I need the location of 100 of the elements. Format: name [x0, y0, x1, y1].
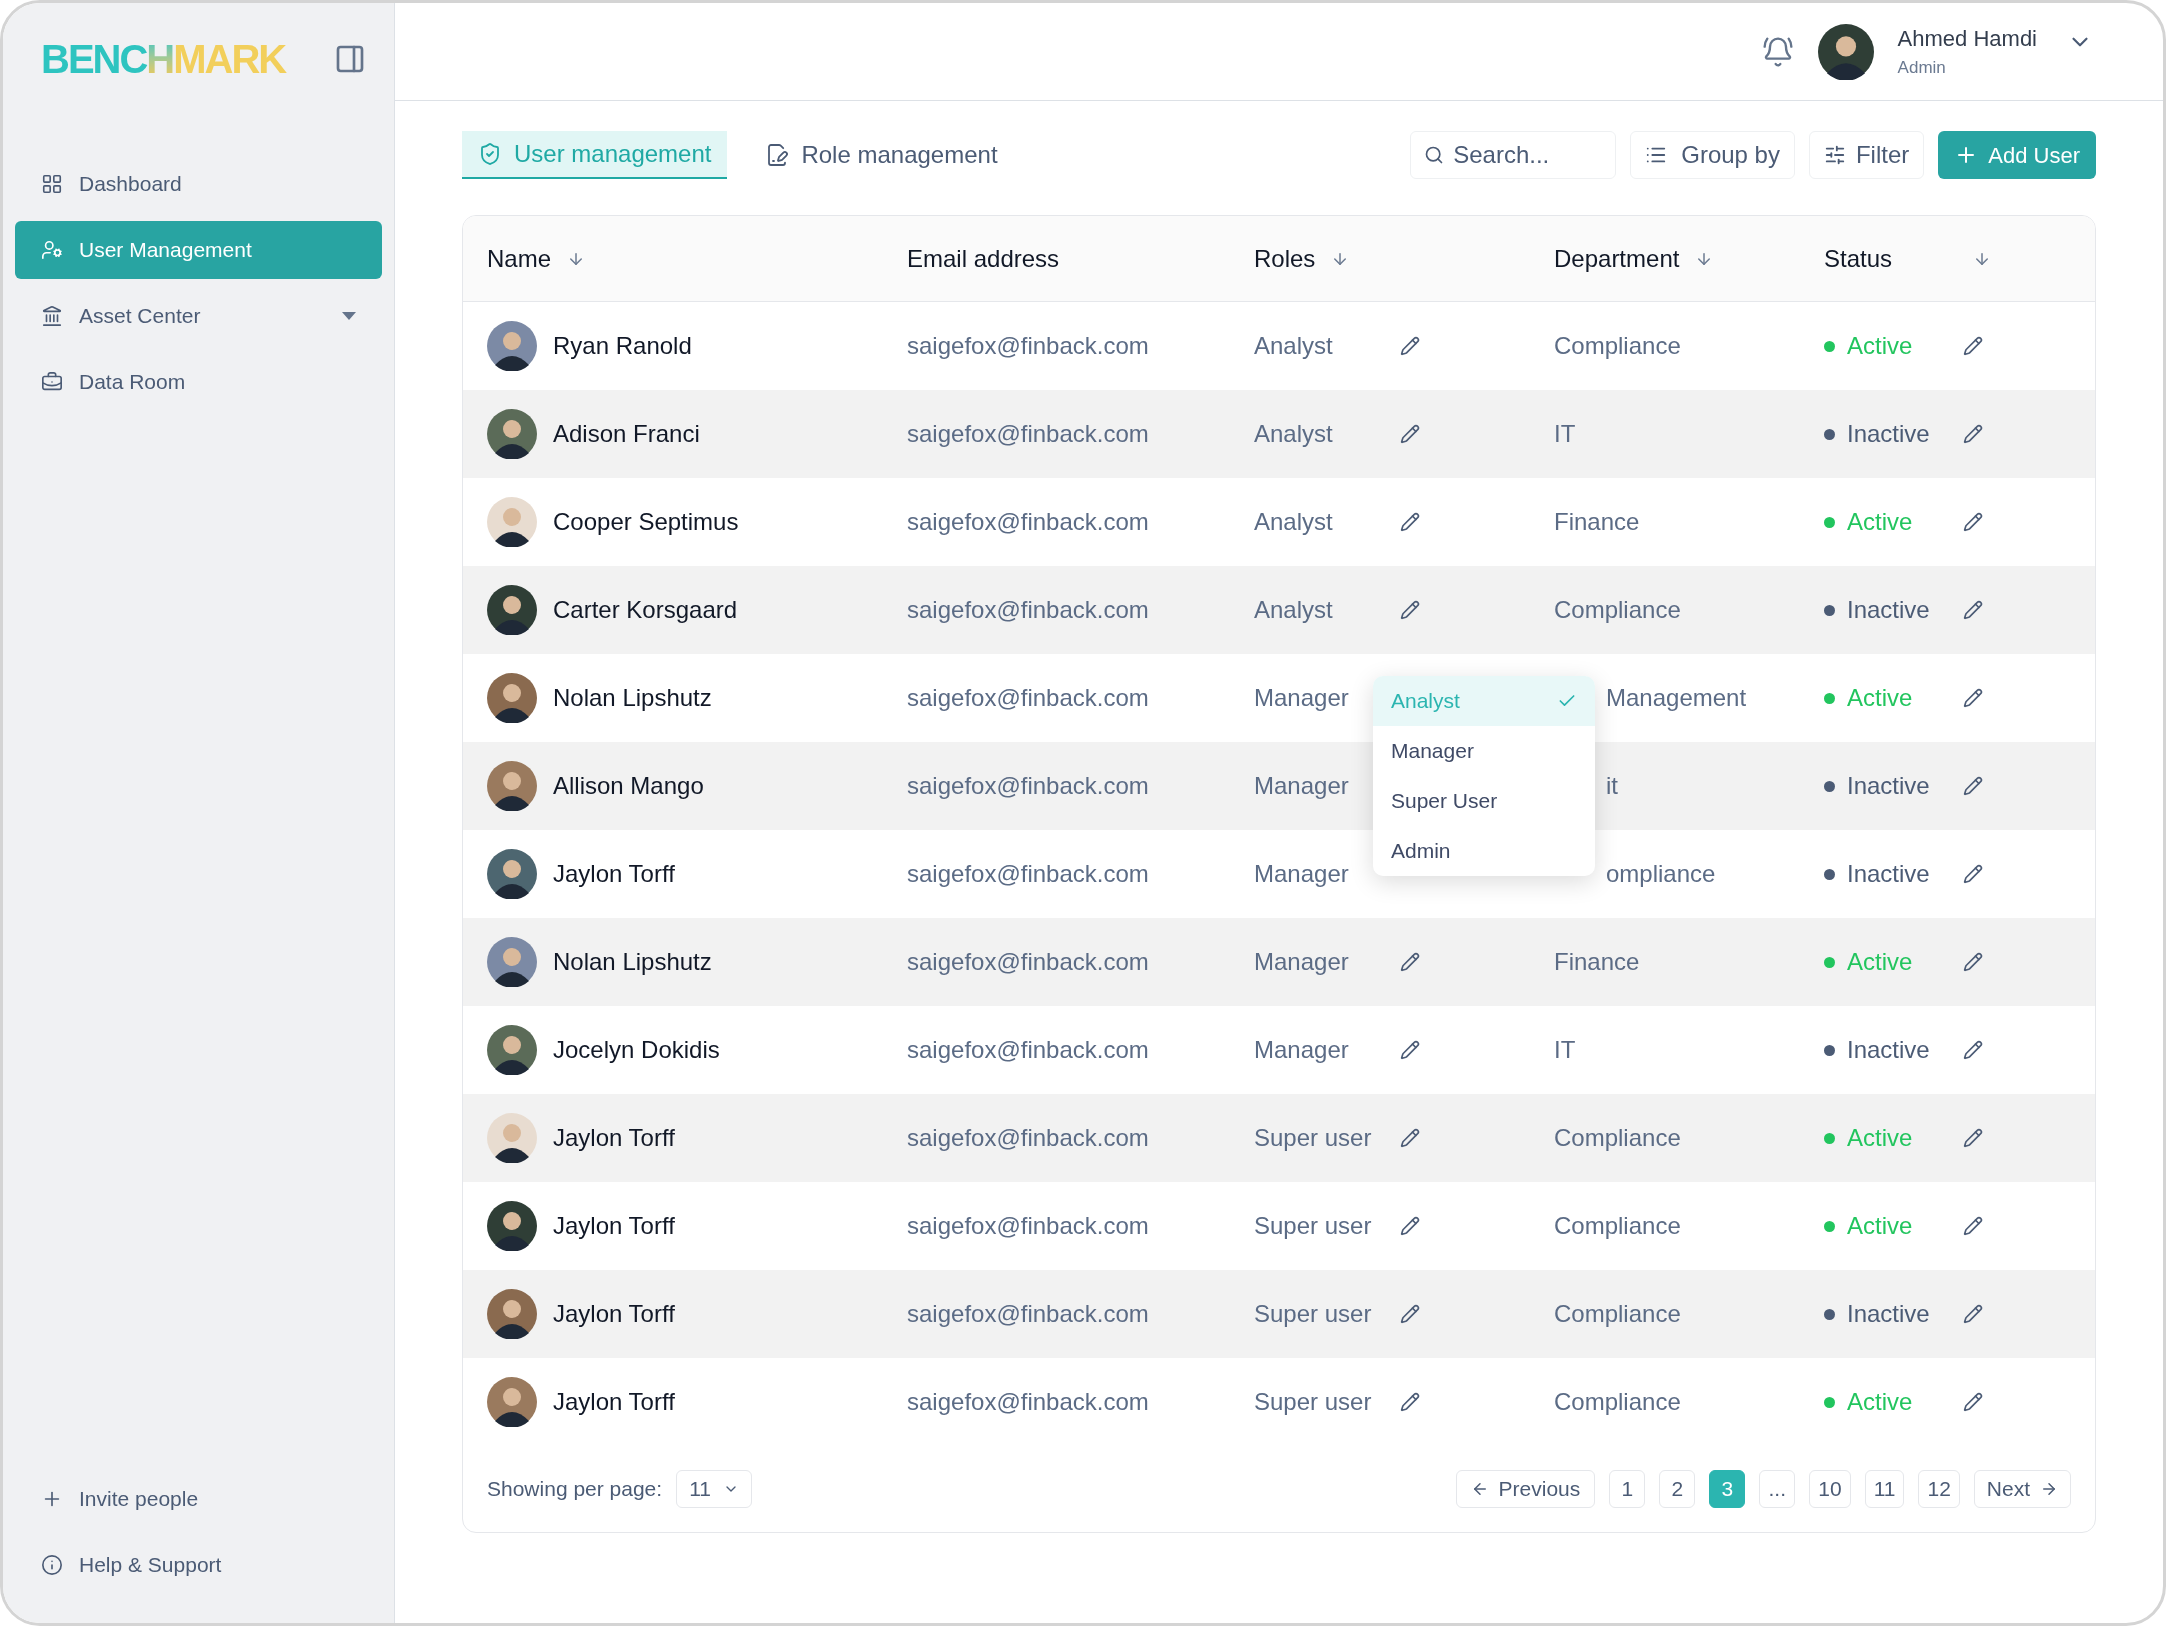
email-cell-text: saigefox@finback.com: [907, 1211, 1150, 1241]
edit-pencil-icon[interactable]: [1963, 1216, 1983, 1236]
panel-toggle-icon[interactable]: [334, 43, 366, 75]
edit-pencil-icon[interactable]: [1400, 952, 1420, 972]
dropdown-caret-icon: [342, 312, 356, 320]
edit-pencil-icon[interactable]: [1963, 864, 1983, 884]
role-cell-text: Super user: [1254, 1387, 1373, 1417]
table-row[interactable]: Adison Franci saigefox@finback.com Analyst IT Inactive: [463, 390, 2095, 478]
edit-pencil-icon[interactable]: [1400, 1040, 1420, 1060]
edit-pencil-icon[interactable]: [1963, 1040, 1983, 1060]
user-name-cell-text: Jaylon Torff: [553, 1387, 675, 1417]
column-header[interactable]: Email address: [907, 240, 1060, 277]
per-page-label: Showing per page:: [487, 1476, 663, 1503]
sidebar-item[interactable]: Asset Center: [15, 287, 382, 345]
shield-icon: [478, 142, 502, 166]
status-cell-text: Inactive: [1847, 595, 1931, 625]
edit-pencil-icon[interactable]: [1963, 952, 1983, 972]
briefcase-icon: [41, 371, 63, 393]
edit-pencil-icon[interactable]: [1400, 512, 1420, 532]
edit-pencil-icon[interactable]: [1963, 776, 1983, 796]
status-cell-text: Active: [1847, 1123, 1914, 1153]
sidebar-item[interactable]: Data Room: [15, 353, 382, 411]
edit-pencil-icon[interactable]: [1963, 1304, 1983, 1324]
document-pen-icon: [765, 143, 790, 167]
edit-pencil-icon[interactable]: [1400, 336, 1420, 356]
avatar: [487, 409, 537, 459]
sidebar-link[interactable]: Invite people: [15, 1475, 382, 1523]
search-icon: [1424, 145, 1445, 165]
status-cell-text: Active: [1847, 947, 1914, 977]
page-button[interactable]: 10: [1809, 1470, 1851, 1508]
search-field[interactable]: Search...: [1410, 131, 1617, 179]
avatar: [487, 937, 537, 987]
page-button[interactable]: 1: [1609, 1470, 1646, 1508]
table-row[interactable]: Nolan Lipshutz saigefox@finback.com Manager Finance Active: [463, 918, 2095, 1006]
user-name-cell-text: Nolan Lipshutz: [553, 683, 712, 713]
department-cell-text: it: [1606, 771, 1618, 801]
avatar: [487, 1201, 537, 1251]
page-button[interactable]: 11: [1864, 1470, 1905, 1508]
role-cell-text: Manager: [1254, 859, 1350, 889]
edit-pencil-icon[interactable]: [1400, 600, 1420, 620]
user-name-cell-text: Cooper Septimus: [553, 507, 739, 537]
menu-option[interactable]: Super User: [1373, 776, 1595, 826]
department-cell-text: Compliance: [1554, 1387, 1681, 1417]
edit-pencil-icon[interactable]: [1400, 1304, 1420, 1324]
edit-pencil-icon[interactable]: [1400, 1216, 1420, 1236]
email-cell-text: saigefox@finback.com: [907, 1035, 1150, 1065]
notification-bell-icon[interactable]: [1761, 35, 1794, 68]
column-header[interactable]: Name: [487, 240, 552, 277]
sidebar-link[interactable]: Help & Support: [15, 1541, 382, 1589]
role-cell-text: Super user: [1254, 1123, 1373, 1153]
status-cell-text: Inactive: [1847, 1035, 1931, 1065]
column-header[interactable]: Department: [1554, 240, 1680, 277]
previous-button[interactable]: Previous: [1455, 1470, 1596, 1508]
edit-pencil-icon[interactable]: [1963, 336, 1983, 356]
role-cell-text: Super user: [1254, 1299, 1373, 1329]
avatar: [487, 849, 537, 899]
edit-pencil-icon[interactable]: [1963, 512, 1983, 532]
status-cell-text: Inactive: [1847, 1299, 1931, 1329]
column-header[interactable]: Roles: [1254, 240, 1316, 277]
avatar: [487, 1377, 537, 1427]
page-button[interactable]: 2: [1659, 1470, 1696, 1508]
department-cell-text: Finance: [1554, 507, 1640, 537]
email-cell-text: saigefox@finback.com: [907, 507, 1150, 537]
edit-pencil-icon[interactable]: [1963, 688, 1983, 708]
edit-pencil-icon[interactable]: [1963, 1392, 1983, 1412]
department-cell-text: IT: [1554, 1035, 1576, 1065]
tab[interactable]: Role management: [749, 131, 1014, 179]
edit-pencil-icon[interactable]: [1400, 1392, 1420, 1412]
email-cell-text: saigefox@finback.com: [907, 859, 1150, 889]
avatar: [487, 585, 537, 635]
edit-pencil-icon[interactable]: [1963, 424, 1983, 444]
filter-button[interactable]: Filter: [1808, 131, 1925, 179]
email-cell-text: saigefox@finback.com: [907, 1299, 1150, 1329]
sidebar-item[interactable]: Dashboard: [15, 155, 382, 213]
role-cell-text: Manager: [1254, 947, 1350, 977]
edit-pencil-icon[interactable]: [1400, 1128, 1420, 1148]
page-button[interactable]: 12: [1918, 1470, 1960, 1508]
page-button[interactable]: ...: [1759, 1470, 1796, 1508]
table-row[interactable]: Carter Korsgaard saigefox@finback.com Analyst Compliance Inactive: [463, 566, 2095, 654]
edit-pencil-icon[interactable]: [1963, 600, 1983, 620]
status-cell-text: Active: [1847, 331, 1914, 361]
department-cell-text: ompliance: [1606, 859, 1716, 889]
email-cell-text: saigefox@finback.com: [907, 595, 1150, 625]
avatar: [487, 1113, 537, 1163]
department-cell-text: Compliance: [1554, 1299, 1681, 1329]
role-cell-text: Analyst: [1254, 419, 1334, 449]
user-gear-icon: [41, 239, 63, 261]
status-cell-text: Inactive: [1847, 419, 1931, 449]
edit-pencil-icon[interactable]: [1963, 1128, 1983, 1148]
avatar: [487, 1025, 537, 1075]
table-row[interactable]: Jaylon Torff saigefox@finback.com Super user Compliance Active: [463, 1094, 2095, 1182]
column-header[interactable]: Status: [1824, 240, 1893, 277]
role-cell-text: Manager: [1254, 1035, 1350, 1065]
avatar: [487, 497, 537, 547]
edit-pencil-icon[interactable]: [1400, 424, 1420, 444]
per-page-select[interactable]: 11: [676, 1470, 752, 1508]
table-row[interactable]: Jaylon Torff saigefox@finback.com Super user Compliance Inactive: [463, 1270, 2095, 1358]
next-button[interactable]: Next: [1973, 1470, 2071, 1508]
email-cell-text: saigefox@finback.com: [907, 771, 1150, 801]
group-by-button[interactable]: Group by: [1630, 131, 1795, 179]
